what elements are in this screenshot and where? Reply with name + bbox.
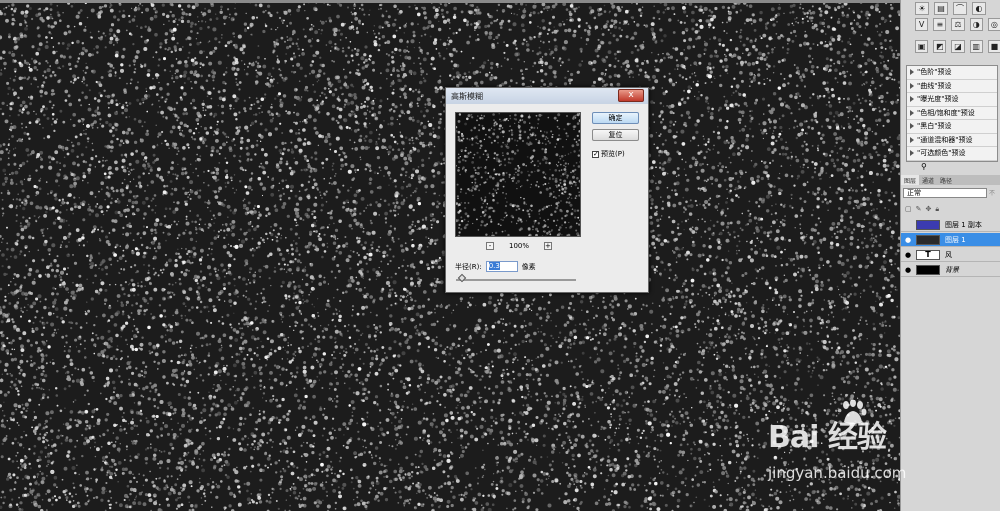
preset-item[interactable]: "可选颜色"预设 bbox=[907, 147, 997, 161]
layer-row[interactable]: ● 背景 bbox=[901, 263, 1000, 277]
preset-label: "曲线"预设 bbox=[917, 81, 952, 90]
tab-layers[interactable]: 图层 bbox=[901, 175, 920, 185]
preset-item[interactable]: "通道混和器"预设 bbox=[907, 134, 997, 147]
options-bar-edge bbox=[0, 0, 900, 3]
radius-value: 0.3 bbox=[488, 262, 500, 270]
ok-button[interactable]: 确定 bbox=[592, 112, 639, 124]
visibility-toggle-off[interactable] bbox=[903, 220, 913, 230]
layer-thumbnail bbox=[916, 219, 940, 230]
adjustment-presets-list: "色阶"预设 "曲线"预设 "曝光度"预设 "色相/饱和度"预设 "黑白"预设 … bbox=[906, 65, 998, 162]
layer-row[interactable]: 图层 1 副本 bbox=[901, 218, 1000, 232]
brightness-icon[interactable]: ☀ bbox=[915, 2, 929, 15]
lock-brush-icon[interactable]: ✎ bbox=[916, 205, 922, 215]
expand-triangle-icon bbox=[910, 96, 914, 102]
preset-label: "可选颜色"预设 bbox=[917, 149, 966, 157]
lock-row: ▢ ✎ ✥ 🔒︎ bbox=[903, 205, 1000, 215]
tab-channels[interactable]: 通道 bbox=[919, 175, 937, 185]
preview-noise bbox=[456, 113, 580, 236]
expand-triangle-icon bbox=[910, 82, 914, 89]
selective-color-icon[interactable]: ■ bbox=[987, 40, 1000, 53]
tab-paths[interactable]: 路径 bbox=[937, 175, 955, 185]
type-layer-icon: T bbox=[916, 249, 940, 260]
preset-label: "色阶"预设 bbox=[917, 68, 952, 76]
black-white-icon[interactable]: ◑ bbox=[969, 18, 983, 31]
reset-button[interactable]: 复位 bbox=[592, 129, 639, 141]
panel-footer-icon[interactable]: ⚲ bbox=[921, 162, 927, 171]
blur-preview[interactable] bbox=[455, 112, 581, 237]
layer-name: 图层 1 副本 bbox=[945, 220, 982, 229]
watermark-logo: Bai 经验 bbox=[768, 420, 887, 455]
layer-name: 图层 1 bbox=[945, 235, 966, 244]
lock-transparent-icon[interactable]: ▢ bbox=[905, 205, 912, 215]
radius-input[interactable]: 0.3 bbox=[485, 261, 518, 272]
expand-triangle-icon bbox=[910, 123, 914, 129]
zoom-value: 100% bbox=[508, 242, 529, 250]
radius-slider-track[interactable] bbox=[456, 279, 576, 281]
color-balance-icon[interactable]: ⚖ bbox=[951, 18, 965, 31]
zoom-in-button[interactable]: + bbox=[543, 242, 552, 250]
gaussian-blur-dialog: 高斯模糊 x - 100% + 确定 复位 ✓ 预览(P) 半径(R): 0.3… bbox=[445, 87, 649, 293]
invert-icon[interactable]: ▣ bbox=[915, 40, 929, 53]
layer-name: 风 bbox=[945, 250, 952, 259]
preset-item[interactable]: "色阶"预设 bbox=[907, 66, 997, 80]
lock-move-icon[interactable]: ✥ bbox=[926, 205, 932, 215]
expand-triangle-icon bbox=[910, 136, 914, 143]
radius-label: 半径(R): bbox=[455, 262, 482, 271]
preview-label: 预览(P) bbox=[601, 150, 625, 158]
panel-icon-row-1: ☀ ▤ ⌒ ◐ bbox=[901, 2, 1000, 15]
expand-triangle-icon bbox=[910, 69, 914, 75]
lock-all-icon[interactable]: 🔒︎ bbox=[935, 205, 939, 215]
layer-thumbnail bbox=[916, 234, 940, 245]
expand-triangle-icon bbox=[910, 150, 914, 156]
layer-thumbnail bbox=[916, 264, 940, 275]
preview-checkbox-row[interactable]: ✓ 预览(P) bbox=[592, 149, 625, 159]
watermark-url: jingyan.baidu.com bbox=[768, 464, 907, 482]
expand-triangle-icon bbox=[910, 109, 914, 116]
threshold-icon[interactable]: ◪ bbox=[951, 40, 965, 53]
layer-row[interactable]: ● T 风 bbox=[901, 248, 1000, 262]
photo-filter-icon[interactable]: ◎ bbox=[987, 18, 1000, 31]
eye-icon[interactable]: ● bbox=[903, 250, 913, 260]
zoom-controls: - 100% + bbox=[486, 241, 552, 251]
dialog-title: 高斯模糊 bbox=[451, 92, 483, 101]
preset-label: "色相/饱和度"预设 bbox=[917, 108, 975, 117]
levels-icon[interactable]: ▤ bbox=[934, 2, 948, 15]
panel-icon-row-3: ▣ ◩ ◪ ▥ ■ bbox=[901, 40, 1000, 53]
layer-row-selected[interactable]: ● 图层 1 bbox=[901, 233, 1000, 247]
panel-icon-row-2: V ≡ ⚖ ◑ ◎ bbox=[901, 18, 1000, 31]
layer-name: 背景 bbox=[945, 265, 959, 274]
preset-label: "黑白"预设 bbox=[917, 122, 952, 130]
hue-saturation-icon[interactable]: ≡ bbox=[933, 18, 947, 31]
layers-panel-tabs: 图层 通道 路径 bbox=[901, 175, 1000, 185]
radius-unit: 像素 bbox=[521, 262, 536, 271]
close-button[interactable]: x bbox=[618, 89, 644, 102]
eye-icon[interactable]: ● bbox=[903, 235, 913, 245]
exposure-icon[interactable]: ◐ bbox=[972, 2, 986, 15]
preset-item[interactable]: "曝光度"预设 bbox=[907, 93, 997, 107]
preset-item[interactable]: "曲线"预设 bbox=[907, 80, 997, 93]
gradient-map-icon[interactable]: ▥ bbox=[969, 40, 983, 53]
preset-label: "曝光度"预设 bbox=[917, 95, 959, 103]
vibrance-icon[interactable]: V bbox=[915, 18, 929, 31]
preset-label: "通道混和器"预设 bbox=[917, 135, 973, 144]
blend-mode-select[interactable]: 正常 bbox=[903, 188, 987, 198]
baidu-jingyan-watermark: Bai 经验 jingyan.baidu.com bbox=[768, 399, 948, 500]
dialog-titlebar[interactable]: 高斯模糊 x bbox=[446, 88, 648, 104]
posterize-icon[interactable]: ◩ bbox=[933, 40, 947, 53]
radius-row: 半径(R): 0.3 像素 bbox=[455, 261, 536, 272]
preset-item[interactable]: "色相/饱和度"预设 bbox=[907, 107, 997, 120]
preset-item[interactable]: "黑白"预设 bbox=[907, 120, 997, 134]
zoom-out-button[interactable]: - bbox=[486, 242, 494, 250]
preview-checkbox[interactable]: ✓ bbox=[592, 150, 599, 158]
eye-icon[interactable]: ● bbox=[903, 265, 913, 275]
opacity-label: 不 bbox=[989, 190, 996, 197]
curves-icon[interactable]: ⌒ bbox=[953, 2, 967, 15]
